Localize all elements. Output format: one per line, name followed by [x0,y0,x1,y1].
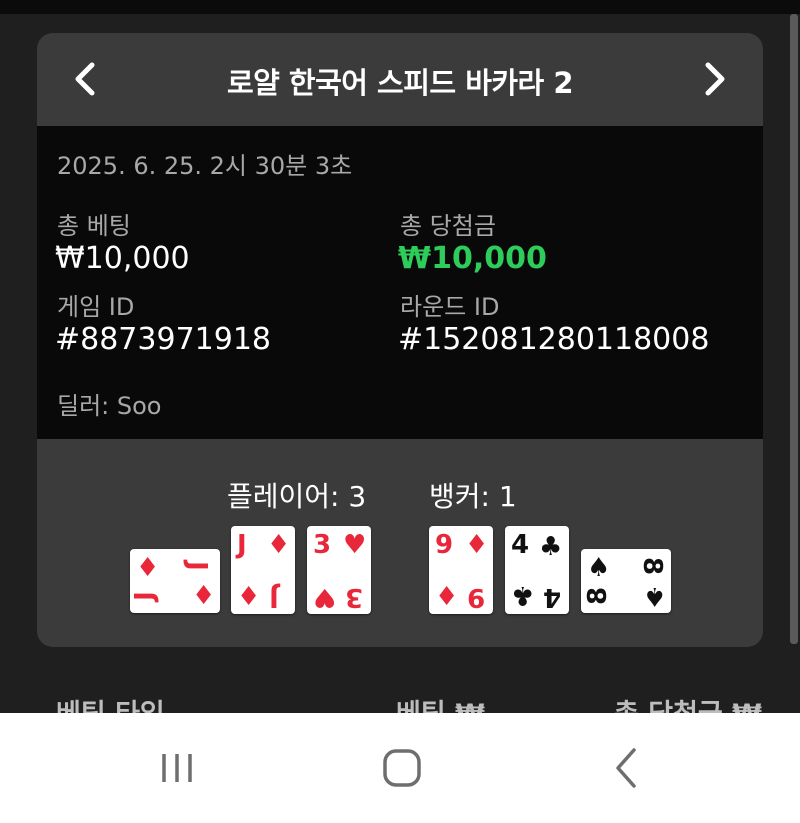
player-score-label: 플레이어: 3 [227,480,367,513]
card-suit: ♠ [643,581,667,611]
card-rank: 4 [543,582,562,612]
card-suit: ♦ [465,530,489,560]
total-bet-label: 총 베팅 [57,212,131,240]
card-rank: J [181,561,212,571]
player-card-3: 3 ♥ ♥ 3 [307,526,371,614]
banker-card-3: ♠ 8 8 ♠ [581,549,671,613]
card-header: 로얄 한국어 스피드 바카라 2 [37,33,763,126]
total-win-value: ₩10,000 [398,241,547,276]
total-win-label: 총 당첨금 [400,212,496,240]
card-suit: ♣ [539,532,563,562]
recents-button[interactable] [148,743,208,793]
scrollbar[interactable] [790,14,798,644]
card-suit: ♦ [267,530,291,560]
game-id-label: 게임 ID [57,293,135,321]
player-card-2: J ♦ ♦ J [231,526,295,614]
card-rank: J [237,530,247,560]
card-suit: ♦ [435,582,459,612]
card-suit: ♦ [136,553,160,583]
banker-card-2: 4 ♣ ♣ 4 [505,526,569,614]
back-button[interactable] [596,743,656,793]
card-rank: J [269,582,279,612]
card-rank: 9 [435,530,454,560]
bets-table-header: 베팅 타입 베팅 ₩ 총 당첨금 ₩ [0,647,800,730]
game-history-card: 로얄 한국어 스피드 바카라 2 2025. 6. 25. 2시 30분 3초 … [37,33,763,647]
home-button[interactable] [372,743,432,793]
hands-area: 플레이어: 3 뱅커: 1 ♦ J J ♦ J ♦ ♦ J 3 ♥ ♥ 3 9 … [37,439,763,647]
card-rank: 9 [467,582,486,612]
card-suit: ♦ [192,581,216,611]
dealer-name: 딜러: Soo [57,392,162,420]
card-rank: 4 [511,530,530,560]
game-title: 로얄 한국어 스피드 바카라 2 [226,66,574,100]
banker-card-1: 9 ♦ ♦ 9 [429,526,493,614]
round-details: 2025. 6. 25. 2시 30분 3초 총 베팅 ₩10,000 총 당첨… [37,126,763,439]
card-suit: ♥ [343,530,367,560]
system-nav-bar [0,713,800,823]
card-suit: ♥ [313,582,337,612]
card-suit: ♦ [237,582,261,612]
round-id-value: #152081280118008 [398,322,710,357]
banker-score-label: 뱅커: 1 [429,480,517,513]
card-rank: 3 [313,530,332,560]
back-icon [616,748,636,788]
round-id-label: 라운드 ID [400,293,500,321]
card-rank: 8 [637,556,668,576]
round-timestamp: 2025. 6. 25. 2시 30분 3초 [57,152,353,180]
next-game-button[interactable] [693,57,737,101]
game-id-value: #8873971918 [55,322,272,357]
chevron-right-icon [705,62,725,96]
total-bet-value: ₩10,000 [55,241,190,276]
player-card-1: ♦ J J ♦ [130,549,220,613]
card-rank: 8 [583,586,614,606]
recents-icon [162,754,192,782]
status-bar [0,0,800,14]
home-icon [383,749,421,787]
card-suit: ♠ [587,553,611,583]
card-rank: 3 [345,582,364,612]
card-rank: J [129,591,160,601]
card-suit: ♣ [511,580,535,610]
